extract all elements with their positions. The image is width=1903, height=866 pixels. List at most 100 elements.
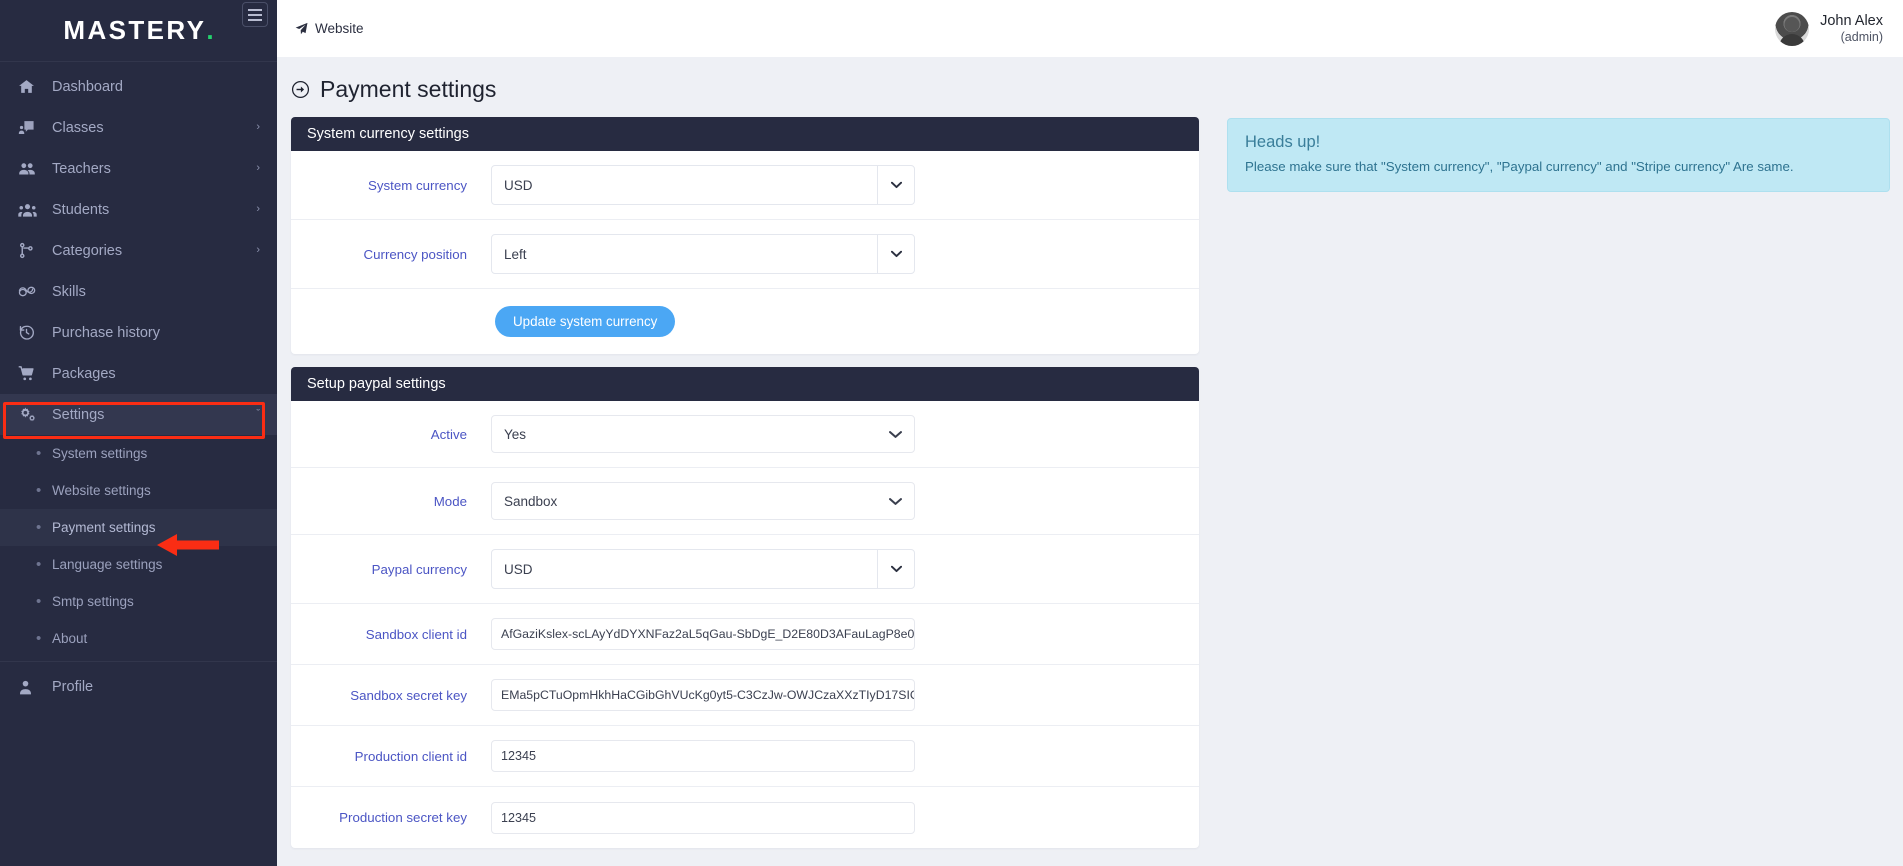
sidebar-item-caret: ›	[256, 162, 260, 174]
bullet-icon: •	[36, 593, 42, 610]
sidebar-item-label: Packages	[52, 365, 116, 382]
sidebar-item-caret: ›	[256, 244, 260, 256]
sidebar-item-profile[interactable]: Profile	[0, 666, 277, 707]
info-column: Heads up! Please make sure that "System …	[1227, 117, 1890, 192]
chevron-down-icon	[877, 550, 914, 588]
app-logo: MASTERY.	[63, 15, 213, 46]
sidebar-subitem-label: System settings	[52, 446, 148, 461]
form-row-submit: Update system currency	[291, 289, 1199, 354]
field-label: Production secret key	[339, 810, 467, 825]
user-menu[interactable]: John Alex (admin)	[1775, 11, 1895, 46]
user-info: John Alex (admin)	[1820, 13, 1883, 44]
heads-up-alert: Heads up! Please make sure that "System …	[1227, 118, 1890, 192]
sidebar-subitem-label: Language settings	[52, 557, 163, 572]
field-label: Paypal currency	[371, 561, 467, 577]
paypal-currency-select[interactable]: USD	[491, 549, 915, 589]
sidebar-item-caret: ˇ	[256, 408, 260, 420]
field-control: EMa5pCTuOpmHkhHaCGibGhVUcKg0yt5-C3CzJw-O…	[491, 679, 915, 711]
sidebar-item-purchase-history[interactable]: Purchase history	[0, 312, 277, 353]
currency-position-value: Left	[504, 246, 527, 262]
paper-plane-icon	[295, 22, 308, 35]
bullet-icon: •	[36, 630, 42, 647]
cart-icon	[18, 365, 44, 382]
sidebar-item-website-settings[interactable]: • Website settings	[0, 472, 277, 509]
sitemap-icon	[18, 242, 44, 259]
field-label: Active	[430, 426, 467, 442]
content-area: System currency settings System currency…	[277, 117, 1903, 861]
update-system-currency-button[interactable]: Update system currency	[495, 306, 676, 337]
form-row-sandbox-client-id: Sandbox client id AfGaziKslex-scLAyYdDYX…	[291, 604, 1199, 665]
sidebar-item-payment-settings[interactable]: • Payment settings	[0, 509, 277, 546]
sidebar-item-classes[interactable]: Classes ›	[0, 107, 277, 148]
sidebar-item-label: Settings	[52, 406, 105, 423]
system-currency-card: System currency settings System currency…	[291, 117, 1199, 354]
sandbox-client-id-input[interactable]: AfGaziKslex-scLAyYdDYXNFaz2aL5qGau-SbDgE…	[491, 618, 915, 650]
field-label: System currency	[367, 177, 467, 193]
sidebar-item-label: Profile	[52, 678, 94, 695]
production-secret-key-input[interactable]: 12345	[491, 801, 915, 834]
sidebar-item-label: Categories	[52, 242, 123, 259]
sidebar-item-packages[interactable]: Packages	[0, 353, 277, 394]
field-label: Production client id	[354, 748, 467, 764]
field-control: 12345	[491, 801, 915, 834]
paypal-settings-card: Setup paypal settings Active Yes Mode Sa…	[291, 367, 1199, 848]
form-row-sandbox-secret-key: Sandbox secret key EMa5pCTuOpmHkhHaCGibG…	[291, 665, 1199, 726]
field-label: Sandbox client id	[365, 626, 467, 642]
sidebar-item-about[interactable]: • About	[0, 620, 277, 657]
form-row-currency-position: Currency position Left	[291, 220, 1199, 289]
user-icon	[18, 679, 44, 695]
sidebar-item-label: Dashboard	[52, 78, 123, 95]
field-control: AfGaziKslex-scLAyYdDYXNFaz2aL5qGau-SbDgE…	[491, 618, 915, 650]
sidebar-item-settings[interactable]: Settings ˇ	[0, 394, 277, 435]
sidebar-item-language-settings[interactable]: • Language settings	[0, 546, 277, 583]
form-row-production-client-id: Production client id 12345	[291, 726, 1199, 787]
sidebar-item-teachers[interactable]: Teachers ›	[0, 148, 277, 189]
system-currency-select[interactable]: USD	[491, 165, 915, 205]
settings-submenu: • System settings • Website settings • P…	[0, 435, 277, 657]
paypal-currency-value: USD	[504, 561, 533, 577]
field-control: Left	[491, 234, 915, 274]
bullet-icon: •	[36, 482, 42, 499]
paypal-mode-value: Sandbox	[504, 493, 558, 509]
settings-column: System currency settings System currency…	[291, 117, 1199, 861]
sidebar-subitem-label: About	[52, 631, 88, 646]
paypal-mode-select[interactable]: Sandbox	[491, 482, 915, 520]
arrow-circle-right-icon	[291, 80, 310, 99]
sidebar-item-label: Classes	[52, 119, 104, 136]
app-logo-dot: .	[206, 15, 214, 45]
bullet-icon: •	[36, 445, 42, 462]
sidebar-item-students[interactable]: Students ›	[0, 189, 277, 230]
sidebar-item-dashboard[interactable]: Dashboard	[0, 66, 277, 107]
chevron-down-icon	[877, 235, 914, 273]
sidebar-item-label: Students	[52, 201, 110, 218]
bullet-icon: •	[36, 556, 42, 573]
sidebar-item-smtp-settings[interactable]: • Smtp settings	[0, 583, 277, 620]
card-title: Setup paypal settings	[291, 367, 1199, 401]
field-control: USD	[491, 549, 915, 589]
system-currency-value: USD	[504, 177, 533, 193]
sidebar-item-skills[interactable]: Skills	[0, 271, 277, 312]
gear-icon	[18, 406, 44, 423]
sidebar-item-categories[interactable]: Categories ›	[0, 230, 277, 271]
paypal-active-select[interactable]: Yes	[491, 415, 915, 453]
alert-message: Please make sure that "System currency",…	[1245, 159, 1794, 174]
sidebar-header: MASTERY.	[0, 0, 277, 62]
sidebar-divider	[0, 661, 277, 662]
avatar	[1775, 11, 1810, 46]
home-icon	[18, 78, 44, 95]
sidebar-subitem-label: Smtp settings	[52, 594, 134, 609]
sandbox-secret-key-input[interactable]: EMa5pCTuOpmHkhHaCGibGhVUcKg0yt5-C3CzJw-O…	[491, 679, 915, 711]
bullet-icon: •	[36, 519, 42, 536]
chevron-down-icon	[889, 497, 902, 506]
field-label: Currency position	[363, 246, 467, 262]
breadcrumb[interactable]: Website	[295, 21, 364, 36]
production-client-id-input[interactable]: 12345	[491, 740, 915, 772]
history-icon	[18, 324, 44, 341]
user-role: (admin)	[1840, 29, 1883, 44]
form-row-active: Active Yes	[291, 401, 1199, 468]
sidebar-item-system-settings[interactable]: • System settings	[0, 435, 277, 472]
field-label: Mode	[433, 493, 467, 509]
currency-position-select[interactable]: Left	[491, 234, 915, 274]
form-row-paypal-currency: Paypal currency USD	[291, 535, 1199, 604]
hamburger-icon[interactable]	[242, 2, 268, 27]
